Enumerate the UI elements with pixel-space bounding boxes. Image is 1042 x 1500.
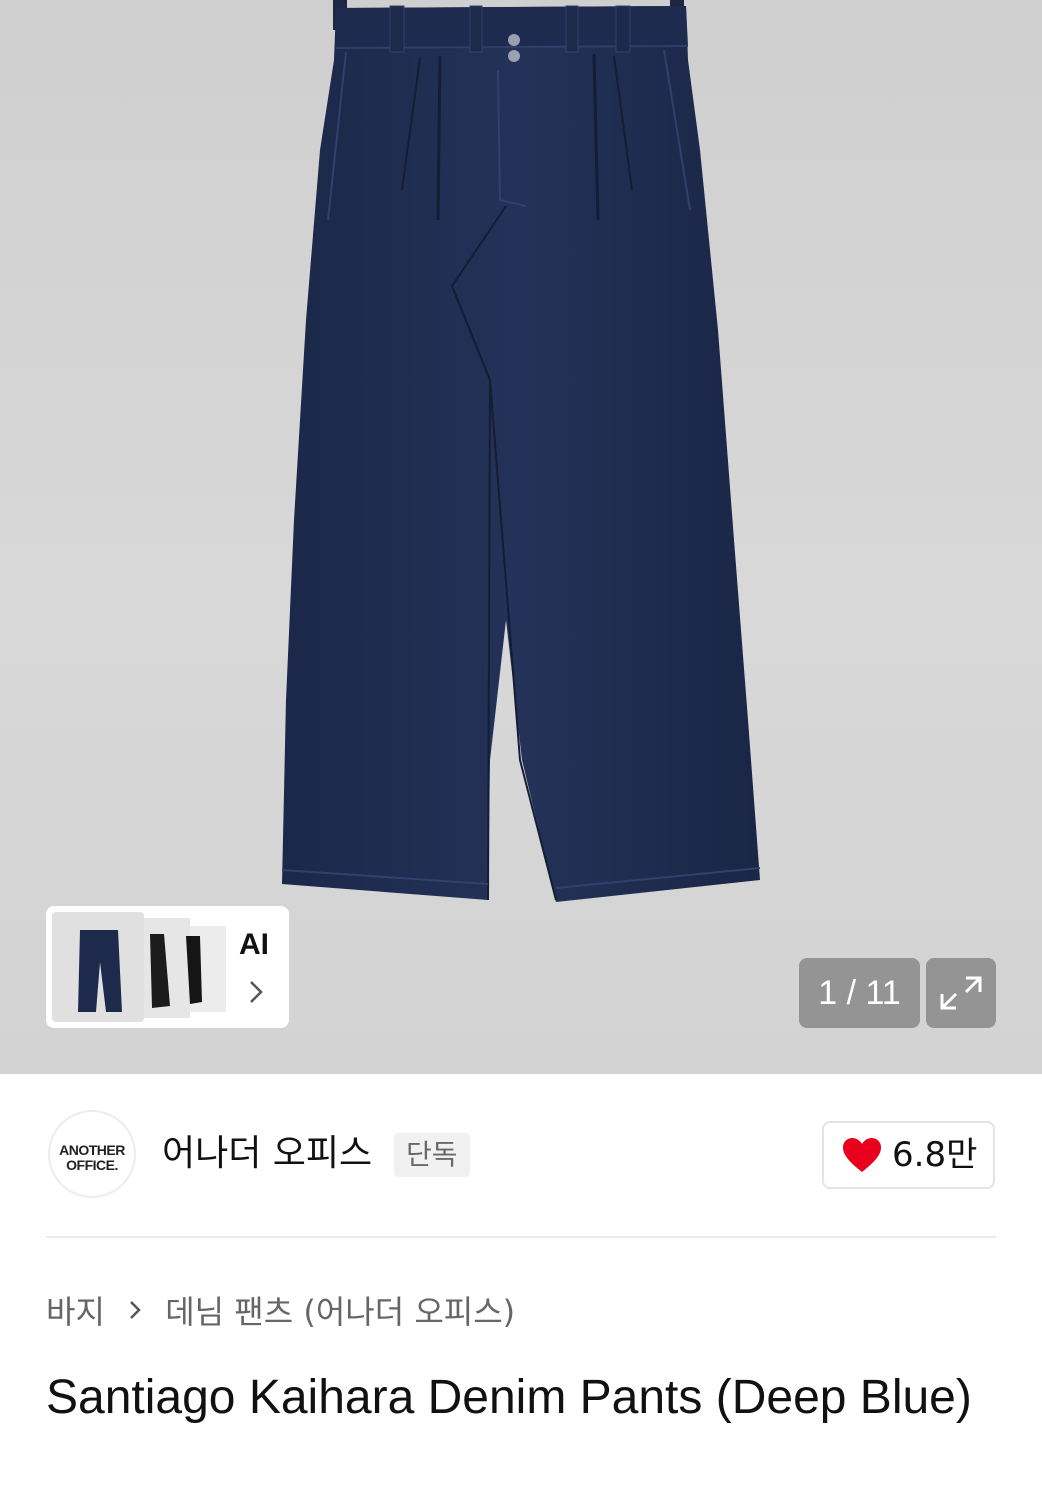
heart-icon [843,1138,881,1172]
ai-similar-items-button[interactable]: AI [46,906,289,1028]
like-button[interactable]: 6.8만 [822,1121,995,1189]
breadcrumb-category[interactable]: 바지 [46,1290,105,1334]
ai-label: AI [239,928,269,961]
breadcrumb-subcategory[interactable]: 데님 팬츠 (어나더 오피스) [165,1290,515,1334]
brand-name[interactable]: 어나더 오피스 [162,1130,372,1178]
exclusive-badge: 단독 [394,1133,470,1177]
expand-icon [940,976,982,1010]
divider [46,1236,996,1238]
expand-button[interactable] [926,958,996,1028]
breadcrumb: 바지 데님 팬츠 (어나더 오피스) [46,1288,515,1332]
brand-logo-line2: OFFICE. [66,1157,118,1173]
like-count: 6.8만 [892,1135,978,1175]
brand-row: ANOTHER OFFICE. 어나더 오피스 단독 6.8만 [0,1074,1042,1238]
product-image-gallery[interactable]: AI 1 / 11 [0,0,1042,1074]
product-title: Santiago Kaihara Denim Pants (Deep Blue) [46,1371,972,1424]
chevron-right-icon [250,981,263,1003]
chevron-right-icon [127,1290,143,1334]
similar-item-thumbnails [52,912,226,1022]
image-counter: 1 / 11 [799,958,920,1028]
brand-logo-line1: ANOTHER [59,1142,125,1158]
brand-logo[interactable]: ANOTHER OFFICE. [48,1110,136,1198]
